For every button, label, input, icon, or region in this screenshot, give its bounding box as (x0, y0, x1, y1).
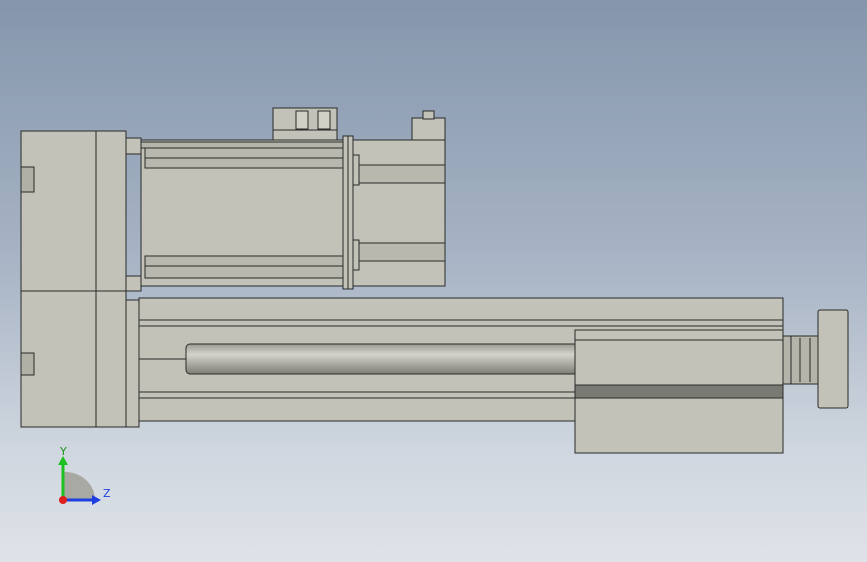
motor-bottom-rib (144, 255, 346, 279)
triad-quadrant (63, 471, 96, 500)
model-drawing: Y Z (20, 107, 849, 505)
triad-x-origin (59, 496, 67, 504)
motor-flange-lug-top (352, 154, 360, 186)
housing-mount-boss-top (20, 166, 35, 193)
motor[interactable] (140, 135, 446, 290)
carriage-dark-band (574, 384, 784, 399)
triad-z-arrow (92, 495, 101, 505)
rod-end-plate[interactable] (782, 309, 849, 409)
motor-connector-small[interactable] (411, 110, 446, 141)
motor-flange-lug-bottom (352, 239, 360, 271)
housing-neck (125, 137, 142, 155)
triad-y-label: Y (59, 445, 67, 458)
housing-right-plate (95, 130, 127, 428)
slider-carriage[interactable] (574, 329, 784, 454)
motor-connector-large[interactable] (272, 107, 338, 141)
gear-housing[interactable] (20, 130, 142, 428)
motor-end-cap (352, 139, 446, 287)
motor-cap-rib-bottom (352, 242, 446, 262)
housing-mount-boss-bottom (20, 352, 35, 376)
housing-neck-lower (125, 275, 142, 292)
motor-top-groove (140, 141, 347, 149)
actuator-rod[interactable] (185, 343, 579, 375)
cad-viewport[interactable]: Y Z (0, 0, 867, 562)
housing-lower-block (125, 299, 140, 428)
motor-cap-rib-top (352, 164, 446, 184)
triad-z-label: Z (103, 487, 111, 500)
coordinate-triad: Y Z (58, 445, 111, 505)
